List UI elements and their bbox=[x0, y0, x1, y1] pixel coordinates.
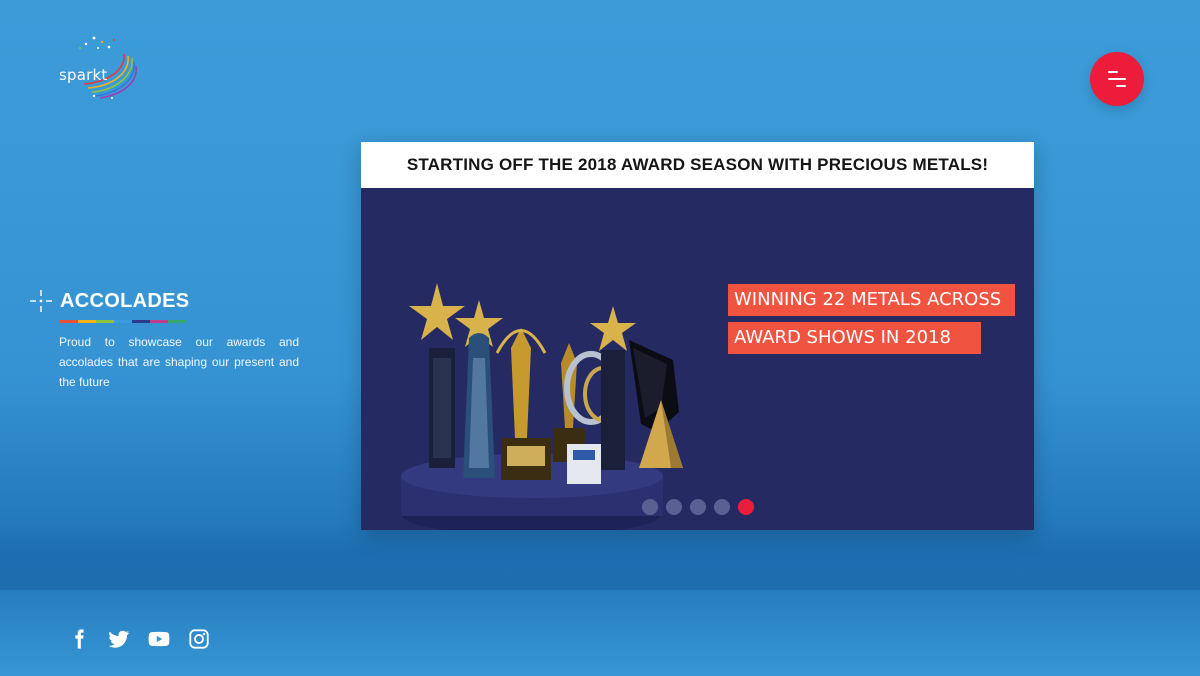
banner-line-2: AWARD SHOWS IN 2018 bbox=[728, 322, 981, 354]
rule-segment bbox=[96, 320, 114, 323]
banner-line-1: WINNING 22 METALS ACROSS bbox=[728, 284, 1015, 316]
menu-line bbox=[1108, 78, 1126, 80]
rule-segment bbox=[150, 320, 168, 323]
brand-logo[interactable]: sparkt bbox=[54, 34, 138, 100]
background-shade bbox=[0, 520, 1200, 590]
section-description: Proud to showcase our awards and accolad… bbox=[59, 335, 299, 389]
carousel-dot-5[interactable] bbox=[738, 499, 754, 515]
instagram-icon[interactable] bbox=[188, 628, 210, 650]
carousel-pagination bbox=[642, 499, 754, 515]
hamburger-menu-icon bbox=[1108, 71, 1118, 73]
carousel-dot-3[interactable] bbox=[690, 499, 706, 515]
logo-wordmark: sparkt bbox=[59, 66, 108, 84]
rule-segment bbox=[78, 320, 96, 323]
facebook-icon[interactable] bbox=[68, 628, 90, 650]
slide-image-area: WINNING 22 METALS ACROSS AWARD SHOWS IN … bbox=[361, 188, 1034, 530]
rule-segment bbox=[60, 320, 78, 323]
color-rule bbox=[60, 320, 186, 323]
menu-line bbox=[1116, 85, 1126, 87]
twitter-icon[interactable] bbox=[108, 628, 130, 650]
social-links bbox=[68, 628, 210, 650]
carousel-dot-4[interactable] bbox=[714, 499, 730, 515]
award-slide-card[interactable]: STARTING OFF THE 2018 AWARD SEASON WITH … bbox=[361, 142, 1034, 530]
youtube-icon[interactable] bbox=[148, 628, 170, 650]
rule-segment bbox=[114, 320, 132, 323]
carousel-dot-1[interactable] bbox=[642, 499, 658, 515]
section-title: ACCOLADES bbox=[60, 290, 190, 312]
rule-segment bbox=[132, 320, 150, 323]
sparkle-crosshair-icon bbox=[30, 290, 52, 312]
slide-heading: STARTING OFF THE 2018 AWARD SEASON WITH … bbox=[361, 142, 1034, 188]
rule-segment bbox=[168, 320, 186, 323]
menu-button[interactable] bbox=[1090, 52, 1144, 106]
carousel-dot-2[interactable] bbox=[666, 499, 682, 515]
trophies-illustration bbox=[401, 283, 683, 530]
